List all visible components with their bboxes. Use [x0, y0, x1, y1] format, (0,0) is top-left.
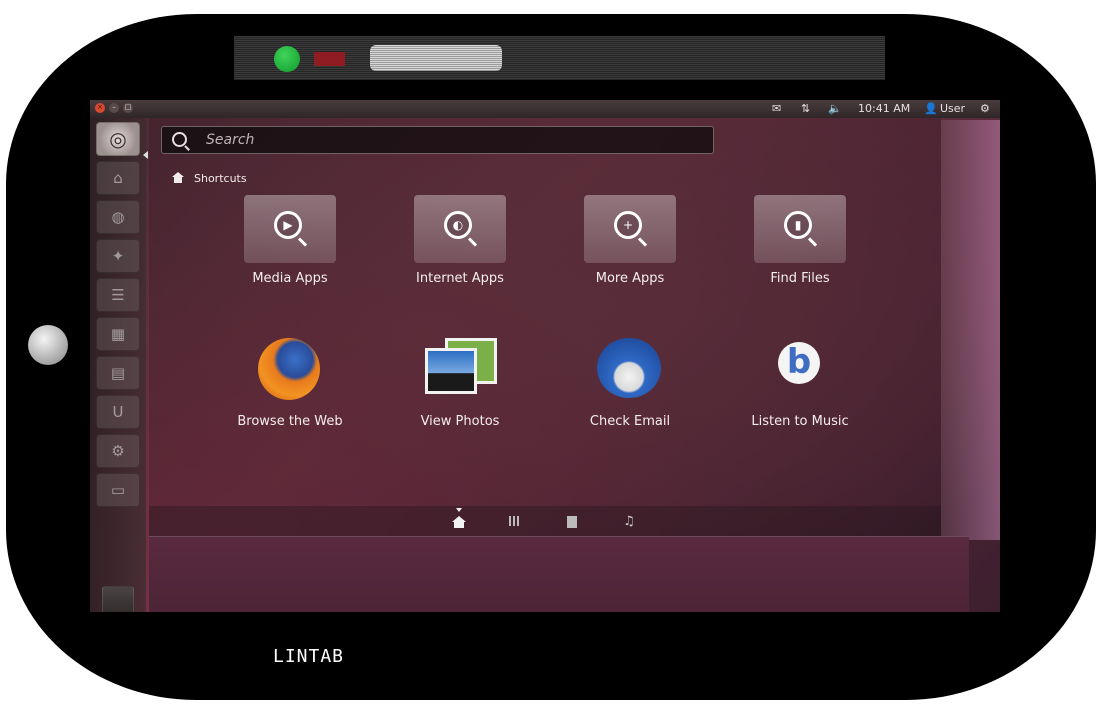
internet-apps-tile[interactable]: ◐ Internet Apps [395, 195, 525, 286]
home-lens-icon[interactable] [452, 516, 466, 528]
launcher-software-icon[interactable]: ✦ [96, 239, 140, 273]
lens-handle [467, 237, 478, 247]
gear-icon[interactable]: ⚙ [980, 102, 990, 116]
launcher-firefox-icon[interactable]: ◍ [96, 200, 140, 234]
plus-lens-icon: + [614, 211, 642, 239]
tile-label: More Apps [595, 271, 665, 286]
music-lens-icon[interactable]: ♫ [622, 515, 636, 528]
tile-label: Internet Apps [416, 271, 504, 286]
lens-handle [297, 237, 308, 247]
search-input[interactable] [206, 127, 706, 153]
volume-icon[interactable]: 🔈 [828, 102, 842, 116]
tile-label: View Photos [420, 414, 500, 429]
files-lens-icon[interactable] [565, 516, 579, 528]
view-photos-tile[interactable]: View Photos [395, 334, 525, 429]
lens-tile-background: ◐ [414, 195, 506, 263]
desktop-area [149, 536, 969, 612]
home-icon [172, 172, 184, 183]
screen: × – □ ✉ ⇅ 🔈 10:41 AM 👤 User ⚙ ◎ ⌂ ◍ ✦ ☰ … [90, 100, 1000, 612]
active-lens-marker-icon [456, 508, 462, 512]
globe-lens-icon: ◐ [444, 211, 472, 239]
launcher-home-folder-icon[interactable]: ⌂ [96, 161, 140, 195]
lens-tile-background: ▮ [754, 195, 846, 263]
maximize-window-button[interactable]: □ [123, 103, 133, 113]
thunderbird-icon [585, 334, 675, 406]
dash-edge [941, 120, 1000, 540]
check-email-tile[interactable]: Check Email [565, 334, 695, 429]
top-panel: × – □ ✉ ⇅ 🔈 10:41 AM 👤 User ⚙ [90, 100, 1000, 118]
active-arrow-icon [143, 151, 148, 159]
clock[interactable]: 10:41 AM [858, 102, 910, 116]
launcher-writer-icon[interactable]: ☰ [96, 278, 140, 312]
user-menu[interactable]: User [940, 102, 965, 116]
section-title: Shortcuts [194, 172, 247, 185]
launcher-calc-icon[interactable]: ▦ [96, 317, 140, 351]
tile-label: Listen to Music [751, 414, 849, 429]
close-window-button[interactable]: × [95, 103, 105, 113]
tile-label: Browse the Web [237, 414, 343, 429]
find-files-tile[interactable]: ▮ Find Files [735, 195, 865, 286]
photos-icon [415, 334, 505, 406]
network-icon[interactable]: ⇅ [801, 102, 810, 116]
search-icon [172, 132, 187, 147]
search-field[interactable] [161, 126, 714, 154]
play-lens-icon: ▶ [274, 211, 302, 239]
media-apps-tile[interactable]: ▶ Media Apps [225, 195, 355, 286]
browse-web-tile[interactable]: Browse the Web [225, 334, 355, 429]
tile-label: Find Files [770, 271, 830, 286]
listen-music-tile[interactable]: b Listen to Music [735, 334, 865, 429]
launcher-ubuntu-one-icon[interactable]: U [96, 395, 140, 429]
shortcuts-header: Shortcuts [172, 172, 247, 186]
dash-home-button[interactable]: ◎ [96, 122, 140, 156]
power-led-icon [274, 46, 300, 72]
user-icon: 👤 [924, 102, 938, 115]
trash-icon[interactable] [102, 586, 134, 612]
tile-label: Media Apps [252, 271, 328, 286]
hardware-home-button[interactable] [28, 325, 68, 365]
file-lens-icon: ▮ [784, 211, 812, 239]
apps-lens-icon[interactable] [508, 516, 522, 528]
lens-tile-background: + [584, 195, 676, 263]
tile-label: Check Email [589, 414, 671, 429]
lens-tile-background: ▶ [244, 195, 336, 263]
launcher-settings-icon[interactable]: ⚙ [96, 434, 140, 468]
lens-handle [807, 237, 818, 247]
firefox-icon [245, 334, 335, 406]
lens-bar: ♫ [149, 506, 941, 536]
more-apps-tile[interactable]: + More Apps [565, 195, 695, 286]
mail-icon[interactable]: ✉ [772, 102, 781, 116]
minimize-window-button[interactable]: – [109, 103, 119, 113]
launcher: ◎ ⌂ ◍ ✦ ☰ ▦ ▤ U ⚙ ▭ [90, 118, 148, 612]
music-player-icon: b [755, 334, 845, 406]
lens-handle [637, 237, 648, 247]
launcher-workspaces-icon[interactable]: ▭ [96, 473, 140, 507]
speaker-grille [370, 45, 502, 71]
launcher-impress-icon[interactable]: ▤ [96, 356, 140, 390]
brand-label: LINTAB [273, 646, 345, 667]
status-led-icon [314, 52, 345, 66]
dash-backdrop [149, 118, 941, 536]
